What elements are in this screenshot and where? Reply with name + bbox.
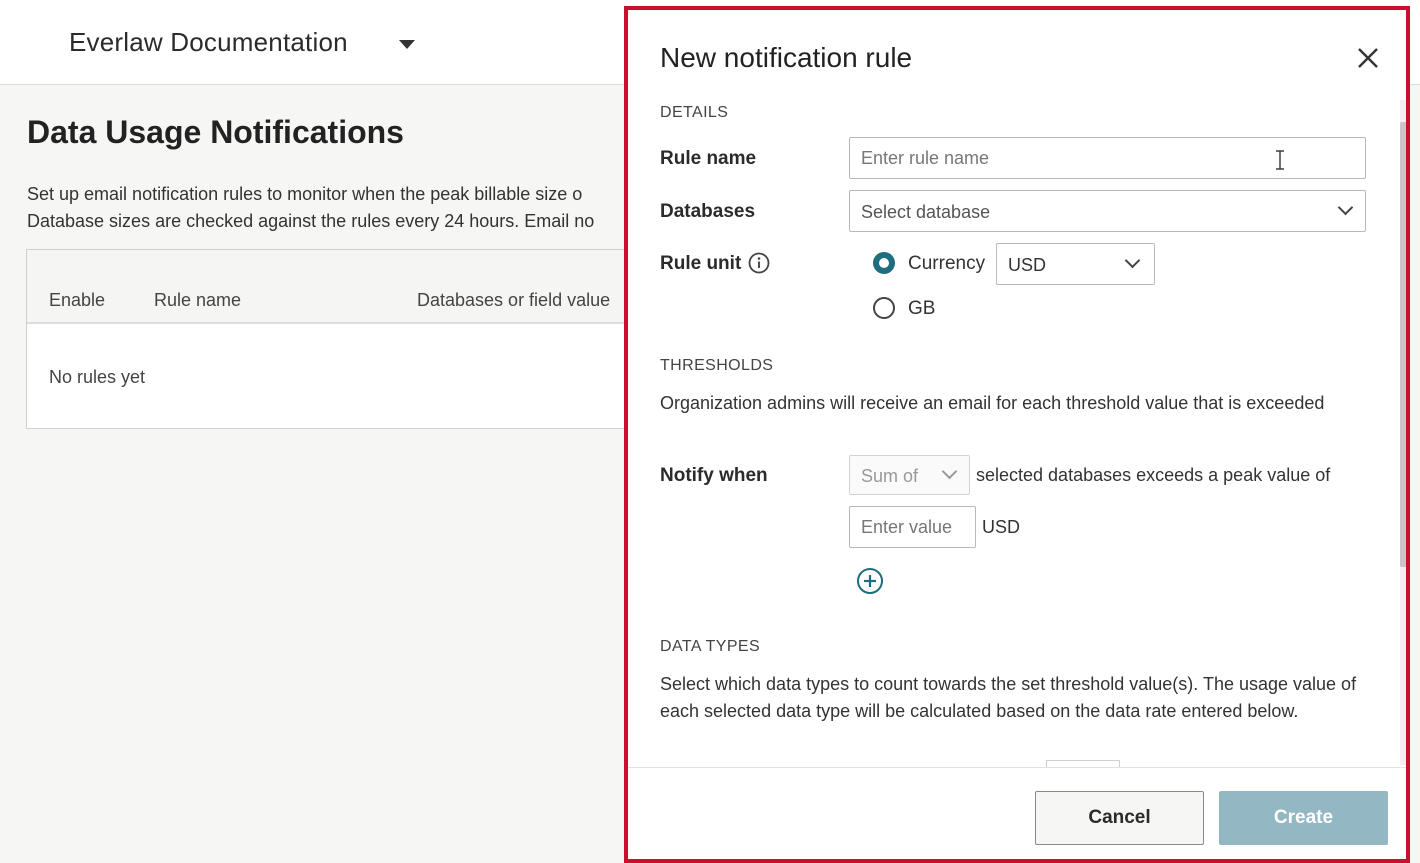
data-types-section-label: DATA TYPES — [660, 638, 761, 655]
radio-gb-label[interactable]: GB — [908, 298, 935, 320]
notify-when-label: Notify when — [660, 465, 768, 486]
databases-select[interactable]: Select database — [849, 190, 1366, 232]
chevron-down-icon — [1124, 252, 1141, 269]
cancel-button[interactable]: Cancel — [1035, 791, 1204, 845]
column-header-rule-name[interactable]: Rule name — [154, 290, 241, 311]
currency-select[interactable]: USD — [996, 243, 1155, 285]
radio-currency[interactable] — [873, 252, 895, 274]
aggregate-select-value: Sum of — [861, 466, 919, 486]
caret-down-icon[interactable] — [399, 40, 415, 49]
condition-text: selected databases exceeds a peak value … — [976, 465, 1331, 485]
rule-name-input[interactable] — [849, 137, 1366, 179]
thresholds-description: Organization admins will receive an emai… — [660, 393, 1325, 413]
rule-name-label: Rule name — [660, 148, 757, 169]
org-name[interactable]: Everlaw Documentation — [69, 27, 348, 58]
radio-currency-label[interactable]: Currency — [908, 253, 985, 275]
page-description-line: Database sizes are checked against the r… — [27, 211, 595, 231]
scrollbar-thumb[interactable] — [1400, 122, 1406, 567]
text-cursor-icon — [1276, 150, 1284, 170]
close-icon[interactable] — [1354, 44, 1382, 72]
thresholds-section-label: THRESHOLDS — [660, 357, 774, 374]
info-icon[interactable] — [748, 252, 770, 274]
details-section-label: DETAILS — [660, 104, 729, 121]
rule-unit-label: Rule unit — [660, 253, 742, 274]
databases-select-value: Select database — [861, 202, 991, 222]
page-description-line: Set up email notification rules to monit… — [27, 184, 583, 204]
threshold-value-input[interactable] — [849, 506, 976, 548]
panel-footer: Cancel Create — [628, 767, 1406, 859]
databases-label: Databases — [660, 201, 756, 222]
page-title: Data Usage Notifications — [27, 114, 404, 150]
new-notification-rule-panel: New notification rule DETAILS Rule name … — [624, 6, 1410, 863]
chevron-down-icon — [941, 463, 958, 480]
threshold-unit: USD — [982, 517, 1021, 537]
chevron-down-icon — [1337, 199, 1354, 216]
table-header: Enable Rule name Databases or field valu… — [27, 250, 725, 324]
column-header-enable[interactable]: Enable — [49, 290, 105, 311]
aggregate-select: Sum of — [849, 455, 970, 495]
column-header-databases[interactable]: Databases or field value — [417, 290, 610, 311]
create-button[interactable]: Create — [1219, 791, 1388, 845]
panel-title: New notification rule — [660, 42, 913, 73]
page-description: Set up email notification rules to monit… — [27, 181, 727, 235]
data-types-description: Select which data types to count towards… — [660, 674, 1357, 721]
rules-table: Enable Rule name Databases or field valu… — [26, 249, 726, 429]
radio-gb[interactable] — [873, 297, 895, 319]
empty-state: No rules yet — [49, 367, 146, 387]
currency-select-value: USD — [1008, 255, 1047, 275]
add-threshold-icon[interactable] — [856, 567, 884, 595]
